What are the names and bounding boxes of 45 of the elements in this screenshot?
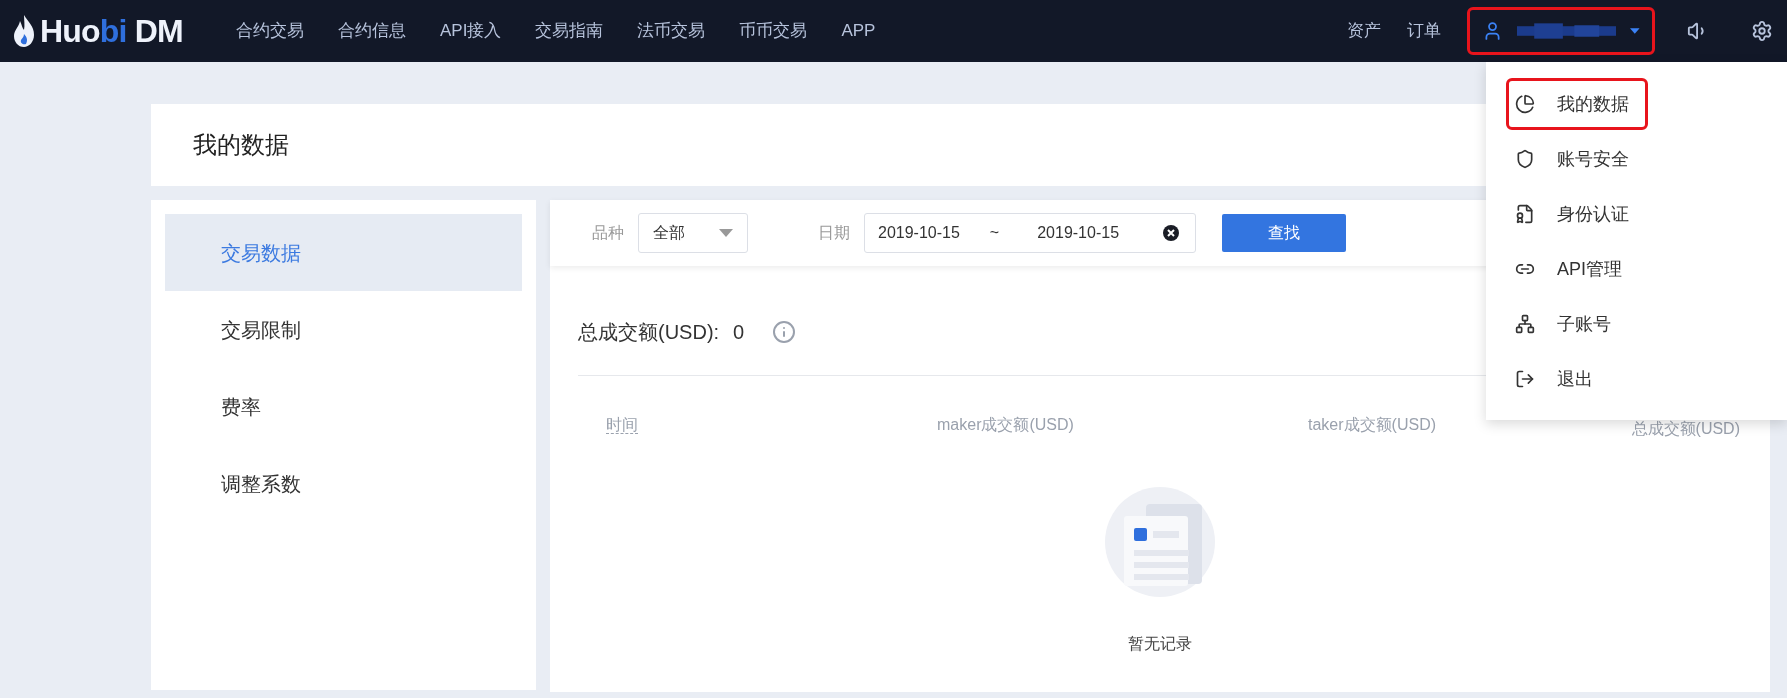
user-menu-item[interactable]: 我的数据 [1506, 78, 1648, 130]
flame-logo-icon [12, 14, 36, 48]
sidebar-item[interactable]: 交易数据 [165, 214, 522, 291]
nav-link[interactable]: 资产 [1347, 18, 1381, 44]
column-header: maker成交额(USD) [937, 416, 1074, 433]
search-button[interactable]: 查找 [1222, 214, 1346, 252]
logo-text[interactable]: Huobi DM [40, 7, 183, 55]
page-title: 我的数据 [193, 130, 289, 160]
pie-chart-icon [1515, 94, 1535, 114]
column-header: 总成交额(USD) [1631, 420, 1740, 437]
column-header: 时间 [606, 416, 638, 434]
network-icon [1515, 314, 1535, 334]
nav-link[interactable]: API接入 [440, 18, 502, 44]
user-menu-item[interactable]: API管理 [1506, 243, 1648, 295]
dropdown-caret-icon [719, 229, 733, 237]
field-label: 品种 [592, 223, 624, 243]
caret-icon [1630, 28, 1640, 34]
nav-link[interactable]: 合约信息 [338, 18, 406, 44]
empty-state-text: 暂无记录 [1128, 634, 1192, 654]
user-account-button[interactable] [1467, 7, 1655, 55]
user-menu-item[interactable]: 退出 [1506, 353, 1648, 405]
nav-link[interactable]: 币币交易 [739, 18, 808, 44]
logout-icon [1515, 369, 1535, 389]
sidebar-item[interactable]: 调整系数 [165, 445, 522, 522]
settings-icon[interactable] [1751, 20, 1773, 42]
sidebar-item[interactable]: 交易限制 [165, 291, 522, 368]
nav-link[interactable]: 交易指南 [535, 18, 604, 44]
date-range-field[interactable]: 2019-10-15 ~ 2019-10-15 [864, 213, 1196, 253]
nav-link[interactable]: 订单 [1407, 18, 1441, 44]
nav-link[interactable]: 法币交易 [637, 18, 706, 44]
total-volume-label: 总成交额(USD): [578, 319, 720, 345]
user-menu-item[interactable]: 账号安全 [1506, 133, 1648, 185]
user-menu-item[interactable]: 子账号 [1506, 298, 1648, 350]
variety-select[interactable]: 全部 [638, 213, 748, 253]
field-label: 日期 [818, 223, 850, 243]
nav-link[interactable]: APP [841, 18, 876, 44]
document-icon [1515, 204, 1535, 224]
total-volume-value: 0 [733, 319, 745, 345]
column-header: taker成交额(USD) [1308, 416, 1436, 433]
clear-icon[interactable] [1163, 225, 1179, 241]
sidebar-item[interactable]: 费率 [165, 368, 522, 445]
info-icon[interactable] [772, 319, 797, 344]
user-menu-item[interactable]: 身份认证 [1506, 188, 1648, 240]
nav-link[interactable]: 合约交易 [236, 18, 304, 44]
shield-icon [1515, 149, 1535, 169]
